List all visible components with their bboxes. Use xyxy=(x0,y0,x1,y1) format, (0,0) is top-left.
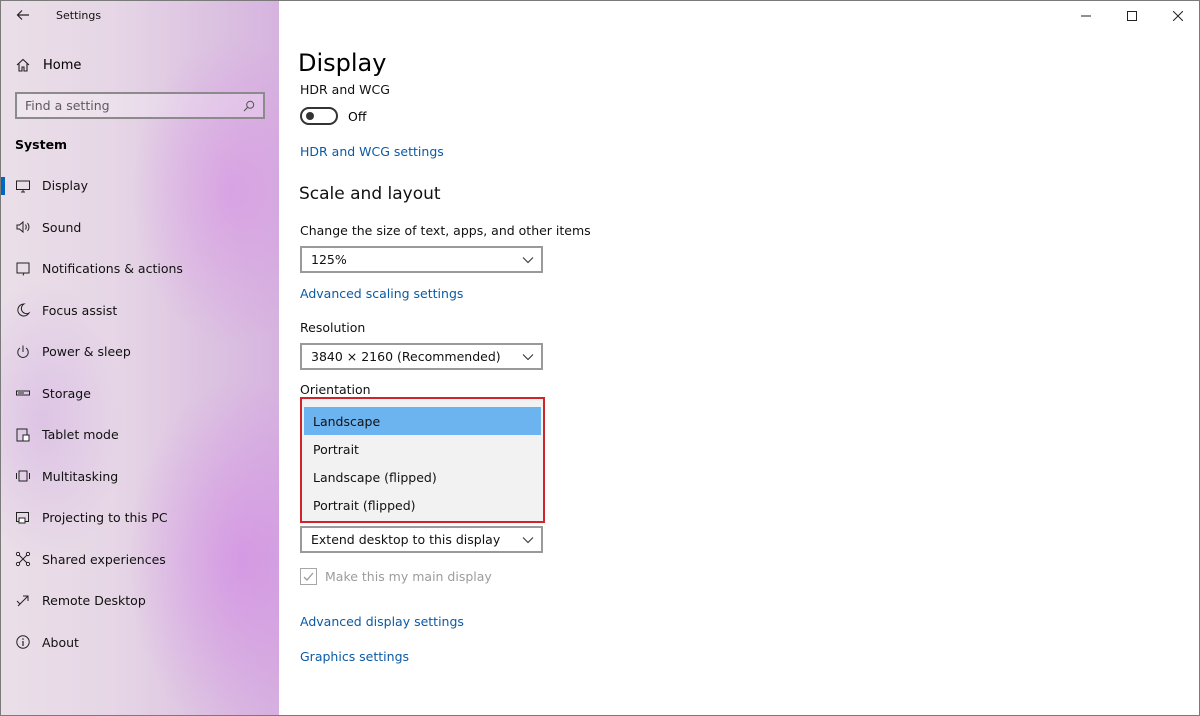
scale-dropdown[interactable]: 125% xyxy=(300,246,543,273)
sidebar-item-tablet-mode[interactable]: Tablet mode xyxy=(1,414,279,456)
projecting-icon xyxy=(15,510,31,526)
close-icon xyxy=(1173,11,1183,21)
window-controls xyxy=(1063,1,1199,31)
search-box[interactable] xyxy=(15,92,265,119)
sidebar-item-shared-experiences[interactable]: Shared experiences xyxy=(1,539,279,581)
sidebar-item-multitasking[interactable]: Multitasking xyxy=(1,456,279,498)
multiple-displays-dropdown[interactable]: Extend desktop to this display xyxy=(300,526,543,553)
sidebar-item-projecting[interactable]: Projecting to this PC xyxy=(1,497,279,539)
main-display-checkbox[interactable] xyxy=(300,568,317,585)
sidebar-item-about[interactable]: About xyxy=(1,622,279,664)
page-title: Display xyxy=(298,49,387,77)
resolution-dropdown[interactable]: 3840 × 2160 (Recommended) xyxy=(300,343,543,370)
main-content: Display HDR and WCG Off HDR and WCG sett… xyxy=(279,1,1199,715)
section-title: System xyxy=(15,137,68,152)
sidebar-item-focus-assist[interactable]: Focus assist xyxy=(1,290,279,332)
hdr-label: HDR and WCG xyxy=(300,82,390,97)
sidebar-item-label: Storage xyxy=(42,385,91,401)
search-input[interactable] xyxy=(25,98,243,113)
home-nav-item[interactable]: Home xyxy=(15,55,81,75)
main-display-label: Make this my main display xyxy=(325,569,492,584)
tablet-icon xyxy=(15,427,31,443)
chevron-down-icon xyxy=(522,257,534,264)
sidebar-item-notifications[interactable]: Notifications & actions xyxy=(1,248,279,290)
title-bar: Settings xyxy=(1,1,279,31)
checkmark-icon xyxy=(303,572,314,581)
moon-icon xyxy=(15,302,31,318)
orientation-option-portrait-flipped[interactable]: Portrait (flipped) xyxy=(304,491,541,519)
monitor-icon xyxy=(15,178,31,194)
sidebar-nav: Display Sound Notifications & actions Fo… xyxy=(1,165,279,663)
sidebar-item-label: Focus assist xyxy=(42,302,118,318)
orientation-dropdown-list: Landscape Portrait Landscape (flipped) P… xyxy=(300,397,545,523)
sidebar-item-label: Power & sleep xyxy=(42,344,131,360)
orientation-label: Orientation xyxy=(300,382,371,397)
hdr-toggle-row: Off xyxy=(300,107,366,125)
sidebar-item-label: Multitasking xyxy=(42,468,119,484)
search-icon[interactable] xyxy=(243,100,255,112)
hdr-toggle[interactable] xyxy=(300,107,338,125)
hdr-toggle-state: Off xyxy=(348,108,367,124)
size-label: Change the size of text, apps, and other… xyxy=(300,223,591,238)
remote-icon xyxy=(15,593,31,609)
orientation-option-landscape-flipped[interactable]: Landscape (flipped) xyxy=(304,463,541,491)
scale-value: 125% xyxy=(311,252,347,267)
orientation-option-landscape[interactable]: Landscape xyxy=(304,407,541,435)
back-arrow-icon[interactable] xyxy=(15,7,31,23)
sidebar-item-storage[interactable]: Storage xyxy=(1,373,279,415)
sidebar-item-display[interactable]: Display xyxy=(1,165,279,207)
sidebar-item-label: Notifications & actions xyxy=(42,261,183,277)
home-icon xyxy=(16,58,30,72)
sidebar-item-remote-desktop[interactable]: Remote Desktop xyxy=(1,580,279,622)
minimize-icon xyxy=(1081,15,1091,17)
sidebar-item-label: Projecting to this PC xyxy=(42,510,168,526)
graphics-settings-link[interactable]: Graphics settings xyxy=(300,649,409,664)
speaker-icon xyxy=(15,219,31,235)
home-label: Home xyxy=(43,57,82,73)
maximize-icon xyxy=(1127,11,1137,21)
settings-window: Settings Home System Display Sound Notif… xyxy=(0,0,1200,716)
advanced-display-link[interactable]: Advanced display settings xyxy=(300,614,464,629)
info-icon xyxy=(15,634,31,650)
app-title: Settings xyxy=(56,9,102,22)
orientation-option-portrait[interactable]: Portrait xyxy=(304,435,541,463)
sidebar-item-label: Shared experiences xyxy=(42,551,166,567)
chevron-down-icon xyxy=(522,354,534,361)
maximize-button[interactable] xyxy=(1109,1,1155,31)
chevron-down-icon xyxy=(522,537,534,544)
sidebar-item-power-sleep[interactable]: Power & sleep xyxy=(1,331,279,373)
resolution-label: Resolution xyxy=(300,320,366,335)
shared-icon xyxy=(15,551,31,567)
storage-icon xyxy=(15,385,31,401)
advanced-scaling-link[interactable]: Advanced scaling settings xyxy=(300,286,463,301)
sidebar: Settings Home System Display Sound Notif… xyxy=(1,1,279,715)
notification-icon xyxy=(15,261,31,277)
sidebar-item-label: Display xyxy=(42,178,89,194)
multiple-displays-value: Extend desktop to this display xyxy=(311,532,501,547)
main-display-checkbox-row: Make this my main display xyxy=(300,568,492,585)
minimize-button[interactable] xyxy=(1063,1,1109,31)
close-button[interactable] xyxy=(1155,1,1199,31)
resolution-value: 3840 × 2160 (Recommended) xyxy=(311,349,501,364)
sidebar-item-label: Tablet mode xyxy=(42,427,119,443)
sidebar-item-label: About xyxy=(42,634,79,650)
sidebar-item-sound[interactable]: Sound xyxy=(1,207,279,249)
scale-layout-heading: Scale and layout xyxy=(299,184,441,204)
hdr-settings-link[interactable]: HDR and WCG settings xyxy=(300,144,444,159)
sidebar-item-label: Sound xyxy=(42,219,82,235)
multitasking-icon xyxy=(15,468,31,484)
sidebar-item-label: Remote Desktop xyxy=(42,593,146,609)
power-icon xyxy=(15,344,31,360)
